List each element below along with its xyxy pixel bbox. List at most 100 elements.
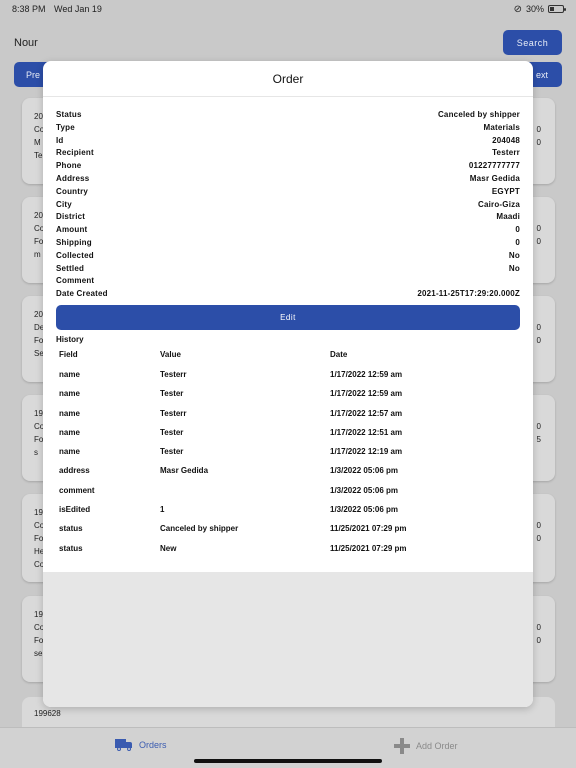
history-table: Field Value Date name Testerr 1/17/2022 … (43, 350, 533, 563)
history-title: History (56, 334, 84, 344)
card-line: 5 (536, 435, 541, 444)
history-date: 11/25/2021 07:29 pm (330, 543, 407, 553)
card-line: 0 (536, 521, 541, 530)
history-field: name (59, 427, 80, 437)
detail-value: 204048 (492, 135, 520, 145)
history-value: Tester (160, 447, 184, 457)
table-row: name Tester 1/17/2022 12:19 am (43, 447, 533, 466)
history-value: Testerr (160, 408, 187, 418)
order-details: Status Canceled by shipper Type Materials … (43, 97, 533, 302)
history-date: 1/17/2022 12:57 am (330, 408, 403, 418)
card-line: 0 (536, 623, 541, 632)
detail-row-country: Country EGYPT (56, 187, 520, 200)
detail-row-city: City Cairo-Giza (56, 200, 520, 213)
history-field: comment (59, 485, 95, 495)
order-number: 199628 (34, 709, 61, 718)
history-value: 1 (160, 505, 165, 515)
table-row: address Masr Gedida 1/3/2022 05:06 pm (43, 466, 533, 485)
history-value: Masr Gedida (160, 466, 209, 476)
tab-add-order[interactable]: Add Order (394, 738, 458, 754)
tab-orders-label: Orders (139, 739, 167, 750)
tab-add-order-label: Add Order (416, 741, 458, 751)
detail-label: Settled (56, 263, 85, 273)
detail-row-collected: Collected No (56, 251, 520, 264)
detail-label: District (56, 212, 86, 222)
history-date: 1/17/2022 12:59 am (330, 369, 403, 379)
history-field: name (59, 369, 80, 379)
detail-value: 01227777777 (468, 161, 520, 171)
card-line: 0 (536, 125, 541, 134)
history-field: name (59, 408, 80, 418)
detail-label: City (56, 199, 72, 209)
detail-row-district: District Maadi (56, 212, 520, 225)
detail-row-comment: Comment (56, 276, 520, 289)
detail-row-status: Status Canceled by shipper (56, 110, 520, 123)
card-line: 0 (536, 422, 541, 431)
card-line: 0 (536, 323, 541, 332)
history-value: Tester (160, 389, 184, 399)
detail-label: Collected (56, 250, 94, 260)
history-date: 1/17/2022 12:51 am (330, 427, 403, 437)
detail-value: Materials (483, 122, 520, 132)
modal-empty-area (43, 572, 533, 707)
battery-percent: 30% (525, 4, 544, 14)
table-row: status New 11/25/2021 07:29 pm (43, 544, 533, 563)
history-date: 1/17/2022 12:59 am (330, 389, 403, 399)
detail-value: No (508, 250, 520, 260)
history-header-date: Date (330, 349, 348, 359)
detail-label: Amount (56, 225, 88, 235)
card-line: 0 (536, 336, 541, 345)
detail-value: Testerr (492, 148, 520, 158)
detail-label: Type (56, 122, 75, 132)
card-line: 0 (536, 224, 541, 233)
status-date: Wed Jan 19 (54, 4, 102, 14)
search-button[interactable]: Search (503, 30, 562, 55)
history-value: Tester (160, 427, 184, 437)
card-line: 0 (536, 237, 541, 246)
history-date: 1/3/2022 05:06 pm (330, 505, 399, 515)
detail-value: Maadi (496, 212, 520, 222)
history-header-field: Field (59, 349, 78, 359)
detail-row-address: Address Masr Gedida (56, 174, 520, 187)
home-indicator (194, 759, 382, 763)
table-row: comment 1/3/2022 05:06 pm (43, 486, 533, 505)
detail-value: EGYPT (491, 186, 520, 196)
history-header-row: Field Value Date (43, 350, 533, 370)
detail-value: 0 (515, 225, 520, 235)
table-row: name Tester 1/17/2022 12:51 am (43, 428, 533, 447)
detail-row-type: Type Materials (56, 123, 520, 136)
card-line: 0 (536, 138, 541, 147)
detail-row-shipping: Shipping 0 (56, 238, 520, 251)
table-row: isEdited 1 1/3/2022 05:06 pm (43, 505, 533, 524)
detail-label: Recipient (56, 148, 94, 158)
detail-label: Shipping (56, 237, 92, 247)
detail-row-amount: Amount 0 (56, 225, 520, 238)
detail-label: Address (56, 173, 90, 183)
detail-row-recipient: Recipient Testerr (56, 148, 520, 161)
tab-orders[interactable]: Orders (115, 738, 167, 751)
status-bar: 8:38 PM Wed Jan 19 ⊘ 30% (0, 0, 576, 18)
detail-label: Id (56, 135, 64, 145)
history-header-value: Value (160, 349, 181, 359)
truck-icon (115, 738, 133, 751)
link-icon: ⊘ (513, 3, 522, 15)
user-name: Nour (14, 37, 38, 49)
table-row: status Canceled by shipper 11/25/2021 07… (43, 524, 533, 543)
table-row: name Tester 1/17/2022 12:59 am (43, 389, 533, 408)
detail-label: Phone (56, 161, 82, 171)
history-date: 1/17/2022 12:19 am (330, 447, 403, 457)
history-date: 1/3/2022 05:06 pm (330, 466, 399, 476)
history-date: 11/25/2021 07:29 pm (330, 524, 407, 534)
history-field: status (59, 524, 83, 534)
history-field: isEdited (59, 505, 91, 515)
detail-value: 0 (515, 237, 520, 247)
history-value: New (160, 543, 177, 553)
history-field: name (59, 389, 80, 399)
edit-button[interactable]: Edit (56, 304, 520, 330)
card-line: 0 (536, 534, 541, 543)
detail-row-phone: Phone 01227777777 (56, 161, 520, 174)
table-row: name Testerr 1/17/2022 12:57 am (43, 409, 533, 428)
order-modal: Order Status Canceled by shipper Type Mate… (43, 61, 533, 707)
history-field: address (59, 466, 90, 476)
table-row: name Testerr 1/17/2022 12:59 am (43, 370, 533, 389)
